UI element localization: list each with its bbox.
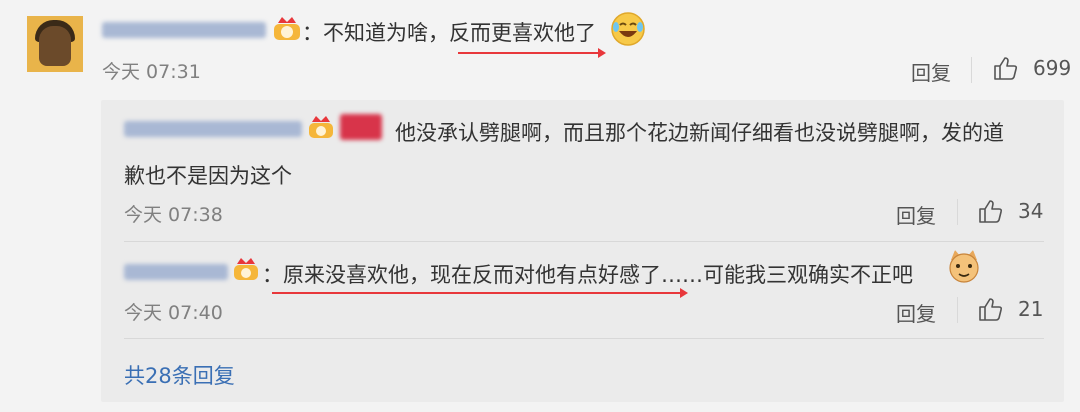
reply-username-blurred[interactable] xyxy=(124,264,228,280)
red-underline-annotation xyxy=(458,52,603,54)
action-separator xyxy=(971,57,972,83)
comment-reply-button[interactable]: 回复 xyxy=(911,57,951,86)
crown-badge-icon xyxy=(234,258,258,280)
avatar-face xyxy=(39,26,71,66)
thumbs-up-icon xyxy=(979,298,1003,321)
reply-text: ：原来没喜欢他，现在反而对他有点好感了……可能我三观确实不正吧 xyxy=(262,263,913,287)
crown-badge-icon xyxy=(274,17,300,40)
comment-text: ：不知道为啥，反而更喜欢他了 xyxy=(302,21,596,45)
comment-like-button[interactable]: 699 xyxy=(993,55,1071,81)
crown-badge-icon xyxy=(309,116,333,138)
reply-like-button[interactable]: 34 xyxy=(978,198,1043,224)
reply-reply-button[interactable]: 回复 xyxy=(896,200,936,229)
member-badge-blurred xyxy=(340,114,382,140)
underline-arrowhead xyxy=(680,288,688,298)
reply-username-blurred[interactable] xyxy=(124,121,302,137)
cat-emoji-icon xyxy=(949,250,979,283)
thumbs-up-icon xyxy=(994,57,1018,80)
reply-divider xyxy=(124,241,1044,242)
action-separator xyxy=(957,199,958,225)
reply-divider xyxy=(124,338,1044,339)
more-replies-link[interactable]: 共28条回复 xyxy=(124,360,235,390)
underline-arrowhead xyxy=(598,48,606,58)
reply-text-line1: 他没承认劈腿啊，而且那个花边新闻仔细看也没说劈腿啊，发的道 xyxy=(395,121,1004,145)
reply-like-count: 21 xyxy=(1018,297,1044,321)
reply-like-count: 34 xyxy=(1018,199,1044,223)
reply-like-button[interactable]: 21 xyxy=(978,296,1043,322)
thumbs-up-icon xyxy=(979,200,1003,223)
reply-text-line2: 歉也不是因为这个 xyxy=(124,164,292,188)
username-blurred[interactable] xyxy=(102,22,266,38)
comment-time: 今天 07:31 xyxy=(102,61,201,83)
laugh-cry-emoji-icon xyxy=(611,12,645,46)
reply-reply-button[interactable]: 回复 xyxy=(896,298,936,327)
red-underline-annotation xyxy=(272,292,684,294)
reply-time: 今天 07:40 xyxy=(124,302,223,324)
action-separator xyxy=(957,297,958,323)
comment-like-count: 699 xyxy=(1033,56,1072,80)
reply-time: 今天 07:38 xyxy=(124,204,223,226)
avatar[interactable] xyxy=(27,16,83,72)
